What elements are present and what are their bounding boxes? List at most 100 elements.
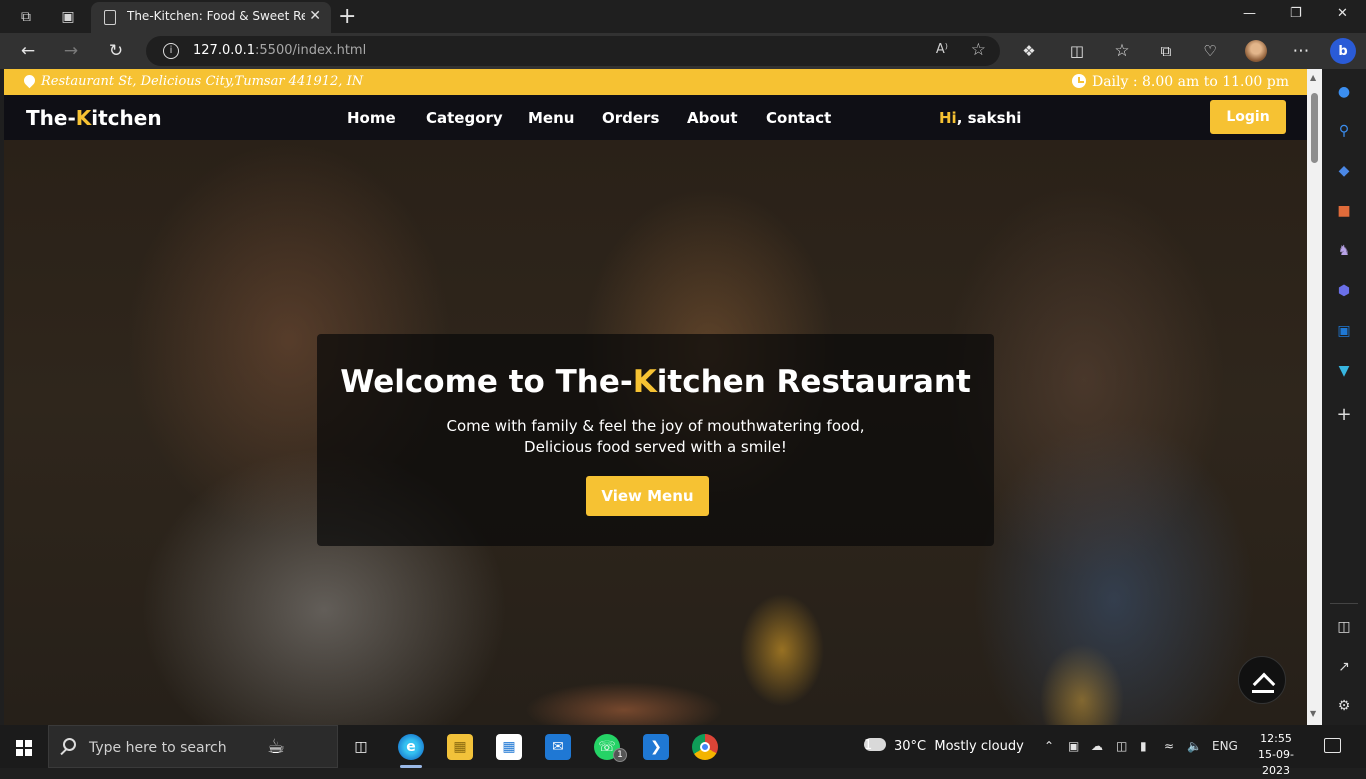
minimize-icon[interactable]: — <box>1243 6 1256 21</box>
hero-line-1: Come with family & feel the joy of mouth… <box>446 417 865 435</box>
user-greeting: Hi, sakshi <box>939 109 1021 127</box>
address-text: Restaurant St, Delicious City,Tumsar 441… <box>41 74 364 89</box>
opening-hours: Daily : 8.00 am to 11.00 pm <box>1071 74 1289 90</box>
nav-home[interactable]: Home <box>347 109 396 127</box>
edge-icon[interactable]: e <box>398 734 424 768</box>
notifications-icon[interactable]: ● <box>1334 82 1354 102</box>
page-favicon-icon <box>104 10 116 25</box>
nav-contact[interactable]: Contact <box>766 109 831 127</box>
split-screen-icon[interactable]: ◫ <box>1066 40 1088 62</box>
hero-title-k: K <box>632 364 657 400</box>
hero-title: Welcome to The-Kitchen Restaurant <box>317 364 994 400</box>
favorite-star-icon[interactable]: ☆ <box>971 40 986 60</box>
more-menu-icon[interactable]: ⋯ <box>1290 40 1312 62</box>
file-explorer-icon[interactable]: ▦ <box>447 734 473 760</box>
favorites-icon[interactable]: ☆ <box>1111 40 1133 62</box>
weather-text: Mostly cloudy <box>934 739 1024 754</box>
scroll-down-icon[interactable]: ▼ <box>1310 709 1316 718</box>
taskbar-search[interactable]: Type here to search ☕ <box>48 725 338 768</box>
window-close-icon[interactable]: ✕ <box>1337 6 1348 21</box>
weather-temp: 30°C <box>894 739 927 754</box>
battery-icon[interactable]: ▮ <box>1140 739 1147 753</box>
tab-actions-icon[interactable]: ▣ <box>57 6 79 28</box>
chrome-icon[interactable] <box>692 734 718 760</box>
logo-prefix: The- <box>26 106 76 130</box>
scroll-to-top-icon[interactable] <box>1238 656 1286 704</box>
mail-icon[interactable]: ✉ <box>545 734 571 760</box>
extensions-icon[interactable]: ❖ <box>1018 40 1040 62</box>
hero-subtitle: Come with family & feel the joy of mouth… <box>317 416 994 458</box>
browser-tab-strip: ⧉ ▣ The-Kitchen: Food & Sweet Resta ✕ + … <box>0 0 1366 33</box>
notification-center-icon[interactable] <box>1324 738 1341 753</box>
task-view-icon[interactable]: ◫ <box>348 734 374 760</box>
outlook-icon[interactable]: ▣ <box>1334 321 1354 341</box>
sidebar-settings-icon[interactable]: ⚙ <box>1334 696 1354 716</box>
profile-avatar[interactable] <box>1245 40 1267 62</box>
collections-icon[interactable]: ⧉ <box>1155 40 1177 62</box>
view-menu-button[interactable]: View Menu <box>586 476 709 516</box>
restaurant-address: Restaurant St, Delicious City,Tumsar 441… <box>21 72 364 89</box>
shopping-icon[interactable]: ◆ <box>1334 161 1354 181</box>
read-aloud-icon[interactable]: A⁾ <box>936 42 948 57</box>
page-viewport: Restaurant St, Delicious City,Tumsar 441… <box>4 69 1307 725</box>
back-icon[interactable]: ← <box>17 40 39 62</box>
language-indicator[interactable]: ENG <box>1212 739 1238 753</box>
meet-icon[interactable]: ▣ <box>1068 739 1079 753</box>
location-pin-icon <box>21 72 38 89</box>
tab-title: The-Kitchen: Food & Sweet Resta <box>127 9 305 23</box>
browser-tab-active[interactable]: The-Kitchen: Food & Sweet Resta ✕ <box>91 2 331 33</box>
url-host: 127.0.0.1 <box>193 43 256 58</box>
greeting-name: , sakshi <box>956 109 1022 127</box>
tab-close-icon[interactable]: ✕ <box>309 8 321 24</box>
volume-icon[interactable]: 🔈 <box>1187 739 1202 753</box>
performance-icon[interactable]: ♡ <box>1199 40 1221 62</box>
hero-line-2: Delicious food served with a smile! <box>524 438 787 456</box>
refresh-icon[interactable]: ↻ <box>105 40 127 62</box>
wifi-icon[interactable]: ≈ <box>1164 739 1174 753</box>
nav-about[interactable]: About <box>687 109 738 127</box>
page-scrollbar[interactable]: ▲ ▼ <box>1307 69 1322 725</box>
open-external-icon[interactable]: ↗ <box>1334 657 1354 677</box>
logo-suffix: itchen <box>91 106 162 130</box>
windows-taskbar: Type here to search ☕ ◫ e ▦ ▦ ✉ ☏ 1 ❯ 30… <box>0 725 1366 777</box>
bing-copilot-icon[interactable]: b <box>1330 38 1356 64</box>
microsoft-store-icon[interactable]: ▦ <box>496 734 522 760</box>
system-clock[interactable]: 12:55 15-09-2023 <box>1246 731 1306 779</box>
search-sidebar-icon[interactable]: ⚲ <box>1334 121 1354 141</box>
search-placeholder: Type here to search <box>89 740 227 756</box>
weather-widget[interactable]: 30°C Mostly cloudy <box>864 738 1024 754</box>
scrollbar-thumb[interactable] <box>1311 93 1318 163</box>
nav-category[interactable]: Category <box>426 109 503 127</box>
nav-orders[interactable]: Orders <box>602 109 659 127</box>
forward-icon[interactable]: → <box>60 40 82 62</box>
url-text[interactable]: 127.0.0.1:5500/index.html <box>193 43 366 58</box>
info-topbar: Restaurant St, Delicious City,Tumsar 441… <box>4 69 1307 95</box>
sidebar-divider <box>1330 603 1358 604</box>
nav-menu[interactable]: Menu <box>528 109 574 127</box>
onedrive-icon[interactable]: ☁ <box>1091 739 1103 753</box>
hide-sidebar-icon[interactable]: ◫ <box>1334 617 1354 637</box>
hero-title-prefix: Welcome to The- <box>340 364 633 400</box>
site-logo[interactable]: The-Kitchen <box>26 106 162 130</box>
logo-k: K <box>75 106 92 130</box>
drop-icon[interactable]: ▼ <box>1334 361 1354 381</box>
tools-icon[interactable]: ■ <box>1334 201 1354 221</box>
chrome-center <box>700 742 710 752</box>
new-tab-icon[interactable]: + <box>338 4 356 29</box>
clock-date: 15-09-2023 <box>1258 748 1294 777</box>
info-icon[interactable]: i <box>163 43 179 59</box>
microsoft365-icon[interactable]: ⬢ <box>1334 281 1354 301</box>
weather-alert-badge: 1 <box>864 738 873 753</box>
restore-icon[interactable]: ❐ <box>1290 6 1302 21</box>
vscode-icon[interactable]: ❯ <box>643 734 669 760</box>
workspaces-icon[interactable]: ⧉ <box>15 6 37 28</box>
add-sidebar-icon[interactable]: + <box>1334 404 1354 425</box>
login-button[interactable]: Login <box>1210 100 1286 134</box>
hero-title-suffix: itchen Restaurant <box>656 364 971 400</box>
show-hidden-icons-icon[interactable]: ⌃ <box>1044 739 1054 753</box>
windows-start-icon[interactable] <box>16 740 32 756</box>
scroll-up-icon[interactable]: ▲ <box>1310 73 1316 82</box>
display-icon[interactable]: ◫ <box>1116 739 1127 753</box>
games-icon[interactable]: ♞ <box>1334 241 1354 261</box>
address-bar[interactable]: i 127.0.0.1:5500/index.html A⁾ ☆ <box>146 36 1000 66</box>
